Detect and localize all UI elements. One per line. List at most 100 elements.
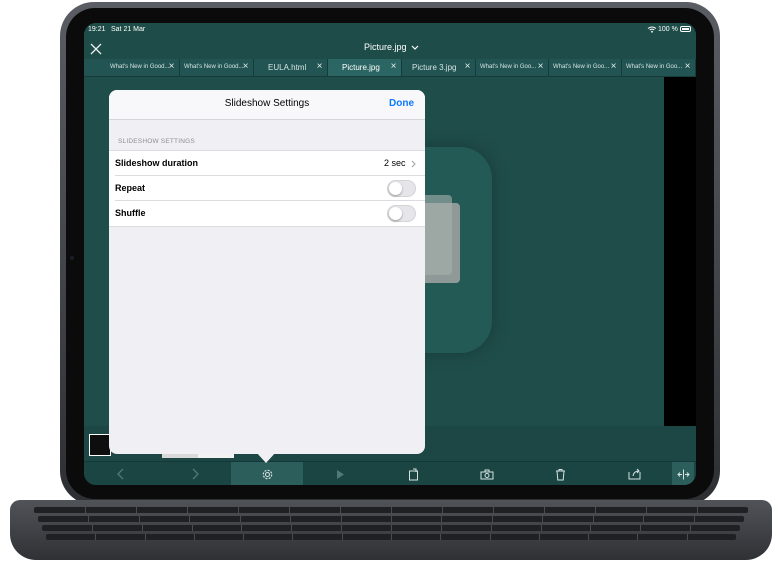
letterbox (664, 77, 696, 426)
tab-item[interactable]: What's New in Goo... × (549, 59, 622, 76)
key-gap (292, 534, 293, 540)
key-gap (291, 525, 292, 531)
bottom-toolbar (84, 461, 696, 485)
gear-icon (262, 469, 272, 479)
key-gap (637, 534, 638, 540)
tab-label: What's New in Good... (184, 64, 244, 70)
key-gap (340, 507, 341, 513)
popover-header: Slideshow Settings Done (109, 90, 425, 120)
slideshow-settings-popover: Slideshow Settings Done SLIDESHOW SETTIN… (109, 90, 425, 454)
tab-item-active[interactable]: Picture.jpg × (328, 59, 402, 76)
tab-item[interactable]: What's New in Good... × (106, 59, 180, 76)
close-icon[interactable]: × (463, 59, 472, 76)
key-row (34, 507, 748, 513)
chevron-right-icon (411, 160, 416, 168)
key-gap (541, 525, 542, 531)
repeat-toggle[interactable] (387, 180, 416, 197)
key-gap (539, 534, 540, 540)
key-gap (139, 516, 140, 522)
fullscreen-button[interactable] (672, 462, 694, 485)
done-button[interactable]: Done (389, 98, 414, 109)
key-gap (92, 525, 93, 531)
shuffle-label: Shuffle (115, 208, 146, 218)
tab-item[interactable]: What's New in Goo... × (622, 59, 696, 76)
key-gap (595, 507, 596, 513)
shuffle-row: Shuffle (109, 201, 425, 227)
key-gap (690, 525, 691, 531)
key-gap (542, 516, 543, 522)
back-button[interactable] (84, 462, 158, 485)
key-gap (491, 525, 492, 531)
wifi-icon (647, 26, 657, 33)
key-gap (187, 507, 188, 513)
key-gap (241, 525, 242, 531)
key-gap (694, 516, 695, 522)
key-gap (189, 516, 190, 522)
key-gap (441, 525, 442, 531)
play-button[interactable] (303, 462, 377, 485)
key-gap (136, 507, 137, 513)
forward-button[interactable] (158, 462, 231, 485)
key-gap (687, 534, 688, 540)
key-gap (588, 534, 589, 540)
key-gap (85, 507, 86, 513)
close-icon[interactable]: × (167, 59, 176, 76)
shuffle-toggle[interactable] (387, 205, 416, 222)
section-header: SLIDESHOW SETTINGS (118, 138, 195, 145)
thumbnail[interactable] (89, 434, 111, 456)
key-gap (544, 507, 545, 513)
key-gap (493, 507, 494, 513)
tab-label: What's New in Goo... (626, 64, 683, 70)
tab-item[interactable]: What's New in Goo... × (476, 59, 549, 76)
slideshow-duration-value: 2 sec (384, 158, 406, 168)
rotate-button[interactable] (377, 462, 450, 485)
key-gap (192, 525, 193, 531)
key-gap (341, 516, 342, 522)
key-gap (646, 507, 647, 513)
chevron-down-icon[interactable] (411, 45, 419, 50)
delete-button[interactable] (524, 462, 597, 485)
keyboard-keys (34, 505, 748, 545)
battery-percent: 100 % (658, 26, 678, 33)
share-button[interactable] (597, 462, 671, 485)
close-icon[interactable]: × (241, 59, 250, 76)
status-time: 19:21 (88, 26, 106, 33)
tab-label: Picture.jpg (342, 63, 380, 72)
close-icon[interactable]: × (609, 59, 618, 76)
battery-icon (680, 26, 691, 32)
key-row (46, 534, 736, 540)
close-icon[interactable]: × (315, 59, 324, 76)
key-row (42, 525, 740, 531)
close-icon[interactable]: × (536, 59, 545, 76)
close-icon[interactable] (90, 43, 102, 55)
repeat-row: Repeat (109, 176, 425, 201)
tab-label: What's New in Goo... (480, 64, 537, 70)
key-gap (590, 525, 591, 531)
expand-horizontal-icon (676, 469, 690, 479)
key-gap (95, 534, 96, 540)
key-gap (290, 516, 291, 522)
key-gap (697, 507, 698, 513)
camera-button[interactable] (450, 462, 524, 485)
slideshow-settings-button[interactable] (231, 462, 303, 485)
close-icon[interactable]: × (389, 59, 398, 76)
document-title[interactable]: Picture.jpg (364, 42, 407, 52)
camera-icon (480, 469, 494, 479)
key-gap (194, 534, 195, 540)
key-gap (289, 507, 290, 513)
tab-item[interactable]: EULA.html × (254, 59, 328, 76)
key-gap (640, 525, 641, 531)
share-icon (628, 468, 640, 480)
tab-label: EULA.html (268, 63, 307, 72)
close-icon[interactable]: × (683, 59, 692, 76)
tab-item[interactable]: Picture 3.jpg × (402, 59, 476, 76)
popover-title: Slideshow Settings (224, 98, 310, 109)
slideshow-duration-row[interactable]: Slideshow duration 2 sec (109, 150, 425, 176)
key-gap (442, 507, 443, 513)
key-gap (240, 516, 241, 522)
tab-item[interactable]: What's New in Good... × (180, 59, 254, 76)
popover-arrow (256, 452, 276, 463)
key-gap (391, 507, 392, 513)
tab-label: Picture 3.jpg (412, 63, 457, 72)
key-gap (145, 534, 146, 540)
